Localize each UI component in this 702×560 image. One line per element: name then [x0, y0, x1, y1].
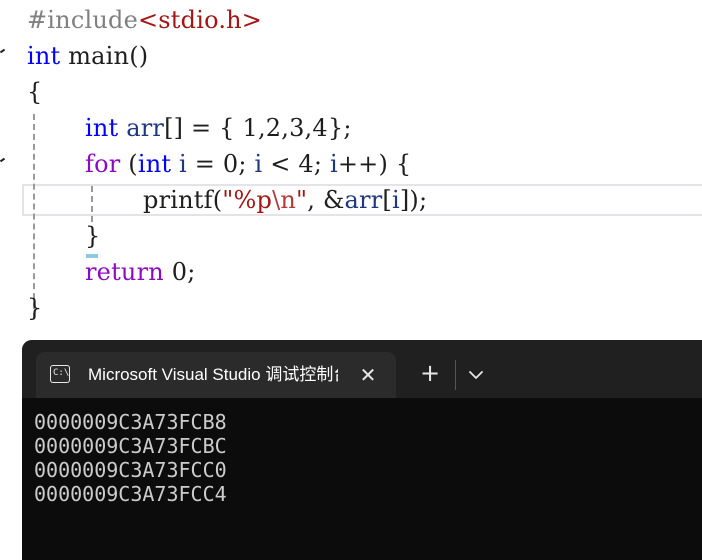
- output-line: 0000009C3A73FCC0: [34, 458, 227, 482]
- code-line-3: {: [27, 78, 43, 106]
- indent-guide: [33, 114, 35, 319]
- debug-console-window[interactable]: C:\ Microsoft Visual Studio 调试控制台 ✕ + 00…: [22, 340, 702, 560]
- code-line-6: printf("%p\n", &arr[i]);: [143, 186, 428, 214]
- tab-divider: [455, 360, 456, 390]
- code-line-1: #include<stdio.h>: [27, 6, 263, 34]
- terminal-tab-bar: C:\ Microsoft Visual Studio 调试控制台 ✕ +: [22, 340, 702, 398]
- indent-guide: [91, 186, 93, 222]
- new-tab-button[interactable]: +: [416, 360, 444, 388]
- close-icon[interactable]: ✕: [354, 361, 382, 389]
- output-line: 0000009C3A73FCB8: [34, 410, 227, 434]
- code-line-2: int main(): [27, 42, 149, 70]
- code-line-8: return 0;: [85, 258, 196, 286]
- chevron-down-icon[interactable]: [462, 361, 490, 389]
- code-line-4: int arr[] = { 1,2,3,4};: [85, 114, 352, 142]
- code-editor[interactable]: #include<stdio.h> int main() { int arr[]…: [0, 0, 702, 340]
- output-line: 0000009C3A73FCC4: [34, 482, 227, 506]
- fold-marker[interactable]: [0, 157, 6, 163]
- console-output: 0000009C3A73FCB8 0000009C3A73FCBC 000000…: [34, 410, 227, 506]
- console-icon: C:\: [50, 365, 70, 383]
- code-line-7: }: [85, 222, 101, 250]
- terminal-tab[interactable]: C:\ Microsoft Visual Studio 调试控制台 ✕: [36, 352, 396, 398]
- output-line: 0000009C3A73FCBC: [34, 434, 227, 458]
- code-line-5: for (int i = 0; i < 4; i++) {: [85, 150, 412, 178]
- code-line-9: }: [27, 294, 43, 322]
- tab-title: Microsoft Visual Studio 调试控制台: [88, 365, 338, 384]
- fold-marker[interactable]: [0, 48, 6, 54]
